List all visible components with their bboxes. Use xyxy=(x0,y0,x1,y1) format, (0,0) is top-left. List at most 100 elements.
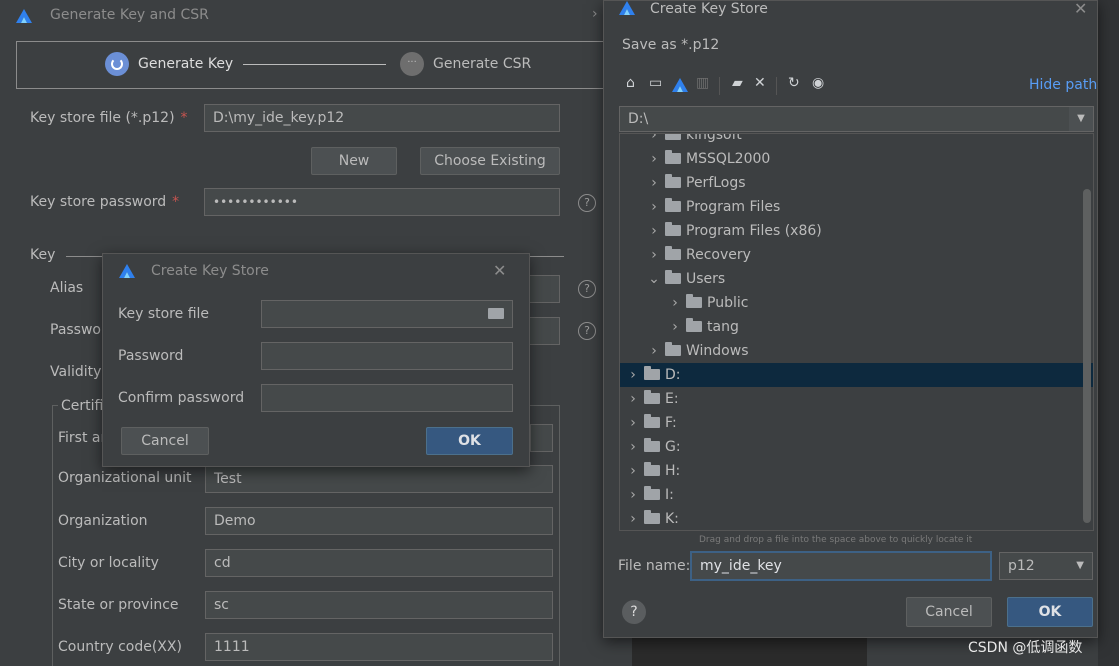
country-code-input[interactable]: 1111 xyxy=(205,633,553,661)
required-mark: * xyxy=(180,110,188,126)
delete-icon[interactable]: ✕ xyxy=(754,75,766,91)
tree-item[interactable]: › Windows xyxy=(620,339,1079,363)
tree-item[interactable]: › kingsoft xyxy=(620,134,1079,147)
tree-item-label: MSSQL2000 xyxy=(686,151,771,167)
hide-path-link[interactable]: Hide path xyxy=(1029,77,1097,93)
tree-item[interactable]: › I: xyxy=(620,483,1079,507)
city-input[interactable]: cd xyxy=(205,549,553,577)
help-icon[interactable]: ? xyxy=(622,600,646,624)
toolbar-separator xyxy=(719,77,720,95)
tree-item-label: Public xyxy=(707,295,749,311)
extension-select[interactable]: p12 ▼ xyxy=(999,552,1093,580)
ok-button[interactable]: OK xyxy=(1007,597,1093,627)
help-icon[interactable]: ? xyxy=(578,322,596,340)
keystore-file-label: Key store file xyxy=(118,306,210,322)
tree-item[interactable]: › PerfLogs xyxy=(620,171,1079,195)
path-input[interactable]: D:\ xyxy=(619,106,1094,132)
tree-item[interactable]: › D: xyxy=(620,363,1093,387)
keystore-password-input[interactable]: •••••••••••• xyxy=(204,188,560,216)
chevron-right-icon[interactable]: › xyxy=(626,435,640,459)
tree-item[interactable]: › F: xyxy=(620,411,1079,435)
refresh-icon[interactable]: ↻ xyxy=(788,75,800,91)
tree-item[interactable]: ⌄ Users xyxy=(620,267,1079,291)
chevron-right-icon[interactable]: › xyxy=(647,339,661,363)
chevron-right-icon[interactable]: › xyxy=(668,291,682,315)
file-name-input[interactable]: my_ide_key xyxy=(690,551,992,581)
chevron-down-icon[interactable]: ⌄ xyxy=(647,267,661,291)
home-icon[interactable]: ⌂ xyxy=(626,75,635,91)
main-close-icon[interactable]: › xyxy=(592,6,598,22)
tree-scrollbar[interactable] xyxy=(1083,189,1091,523)
cancel-button[interactable]: Cancel xyxy=(906,597,992,627)
toolbar-separator xyxy=(776,77,777,95)
alias-label: Alias xyxy=(50,280,84,296)
close-icon[interactable]: ✕ xyxy=(493,261,506,280)
org-unit-input[interactable]: Test xyxy=(205,465,553,493)
file-tree[interactable]: › kingsoft › MSSQL2000 › PerfLogs › Program Fil… xyxy=(619,133,1094,531)
chevron-right-icon[interactable]: › xyxy=(626,483,640,507)
chevron-right-icon[interactable]: › xyxy=(647,134,661,147)
new-button[interactable]: New xyxy=(311,147,397,175)
chevron-right-icon[interactable]: › xyxy=(647,195,661,219)
folder-icon xyxy=(644,462,660,476)
main-title-bar: Generate Key and CSR › xyxy=(0,0,632,32)
folder-icon xyxy=(644,510,660,524)
keystore-password-label: Key store password * xyxy=(30,194,179,210)
tree-item[interactable]: › Recovery xyxy=(620,243,1079,267)
chevron-right-icon[interactable]: › xyxy=(626,507,640,530)
app-logo-icon xyxy=(119,264,135,278)
confirm-password-label: Confirm password xyxy=(118,390,245,406)
module-icon[interactable]: ▥ xyxy=(696,75,709,91)
drag-drop-hint: Drag and drop a file into the space abov… xyxy=(699,535,973,545)
chevron-right-icon[interactable]: › xyxy=(647,171,661,195)
tree-item[interactable]: › tang xyxy=(620,315,1079,339)
state-input[interactable]: sc xyxy=(205,591,553,619)
tree-item[interactable]: › Program Files xyxy=(620,195,1079,219)
tree-item[interactable]: › H: xyxy=(620,459,1079,483)
step-label: Generate Key xyxy=(138,56,234,72)
desktop-icon[interactable]: ▭ xyxy=(649,75,662,91)
organization-input[interactable]: Demo xyxy=(205,507,553,535)
city-label: City or locality xyxy=(58,555,159,571)
help-icon[interactable]: ? xyxy=(578,280,596,298)
show-hidden-icon[interactable]: ◉ xyxy=(812,75,824,91)
tree-item[interactable]: › E: xyxy=(620,387,1079,411)
new-folder-icon[interactable]: ▰ xyxy=(732,75,743,91)
tree-item[interactable]: › MSSQL2000 xyxy=(620,147,1079,171)
folder-icon xyxy=(665,134,681,140)
folder-icon xyxy=(686,318,702,332)
folder-open-icon[interactable] xyxy=(488,308,504,319)
keystore-file-input[interactable]: D:\my_ide_key.p12 xyxy=(204,104,560,132)
cancel-button[interactable]: Cancel xyxy=(121,427,209,455)
country-code-label: Country code(XX) xyxy=(58,639,182,655)
watermark: CSDN @低调函数 xyxy=(968,640,1083,656)
chevron-right-icon[interactable]: › xyxy=(647,219,661,243)
tree-item[interactable]: › G: xyxy=(620,435,1079,459)
chevron-down-icon[interactable]: ▼ xyxy=(1076,553,1084,579)
tree-item-label: F: xyxy=(665,415,677,431)
chevron-right-icon[interactable]: › xyxy=(626,411,640,435)
close-icon[interactable]: ✕ xyxy=(1074,0,1087,18)
chevron-right-icon[interactable]: › xyxy=(647,243,661,267)
help-icon[interactable]: ? xyxy=(578,194,596,212)
chevron-right-icon[interactable]: › xyxy=(668,315,682,339)
tree-item[interactable]: › Public xyxy=(620,291,1079,315)
chevron-right-icon[interactable]: › xyxy=(647,147,661,171)
confirm-password-input[interactable] xyxy=(261,384,513,412)
tree-item-label: D: xyxy=(665,367,681,383)
ok-button[interactable]: OK xyxy=(426,427,513,455)
tree-item[interactable]: › Program Files (x86) xyxy=(620,219,1079,243)
chevron-right-icon[interactable]: › xyxy=(626,363,640,387)
choose-existing-button[interactable]: Choose Existing xyxy=(420,147,560,175)
project-icon[interactable] xyxy=(672,78,688,92)
chevron-right-icon[interactable]: › xyxy=(626,387,640,411)
keystore-file-input[interactable] xyxy=(261,300,513,328)
chevron-down-icon[interactable]: ▼ xyxy=(1069,107,1093,131)
first-last-name-input[interactable] xyxy=(530,424,553,452)
password-input[interactable] xyxy=(261,342,513,370)
chevron-right-icon[interactable]: › xyxy=(626,459,640,483)
first-last-name-label: First ar xyxy=(58,430,107,446)
tree-item-label: E: xyxy=(665,391,679,407)
tree-item-label: Recovery xyxy=(686,247,751,263)
tree-item[interactable]: › K: xyxy=(620,507,1079,530)
